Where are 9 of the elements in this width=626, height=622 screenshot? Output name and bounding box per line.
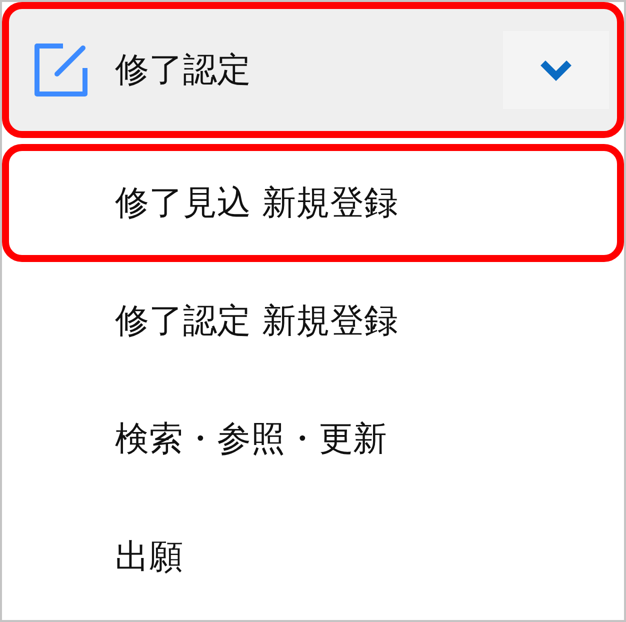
menu-item[interactable]: 修了認定 新規登録 xyxy=(2,262,624,380)
menu-item[interactable]: 出願 xyxy=(2,498,624,616)
dropdown-title: 修了認定 xyxy=(115,49,252,92)
edit-icon xyxy=(33,42,89,98)
expand-button[interactable] xyxy=(503,31,609,109)
chevron-icon xyxy=(539,59,573,81)
menu-item[interactable]: 修了見込 新規登録 xyxy=(2,144,624,262)
menu-item[interactable]: 検索・参照・更新 xyxy=(2,380,624,498)
dropdown-header[interactable]: 修了認定 xyxy=(2,2,624,138)
